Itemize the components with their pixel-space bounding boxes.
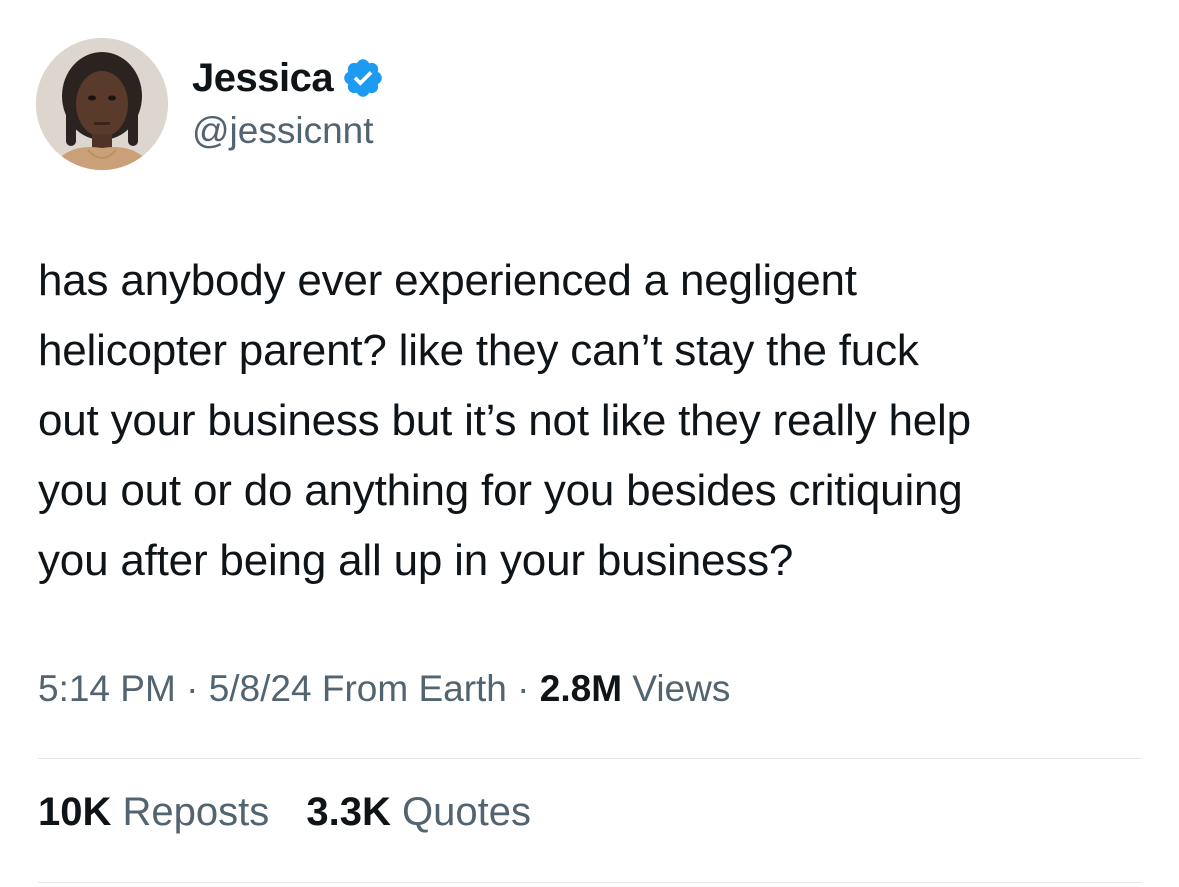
tweet-source: From Earth	[311, 668, 507, 709]
timestamp-date[interactable]: 5/8/24	[209, 668, 312, 709]
tweet-text-line: helicopter parent? like they can’t stay …	[38, 326, 919, 375]
reposts-stat[interactable]: 10K Reposts	[38, 790, 269, 835]
quotes-count: 3.3K	[306, 790, 391, 834]
verified-badge-icon[interactable]	[341, 56, 385, 100]
tweet-text-line: has anybody ever experienced a negligent	[38, 256, 857, 305]
quotes-label: Quotes	[390, 790, 531, 834]
tweet-text: has anybody ever experienced a negligent…	[38, 246, 1158, 596]
reposts-count: 10K	[38, 790, 112, 834]
tweet: Jessica @jessicnnt has anybody ever expe…	[0, 0, 1179, 887]
handle[interactable]: @jessicnnt	[192, 110, 385, 152]
quotes-stat[interactable]: 3.3K Quotes	[306, 790, 531, 835]
divider	[38, 758, 1142, 759]
display-name[interactable]: Jessica	[192, 56, 334, 101]
views-label: Views	[622, 668, 731, 709]
avatar-image	[36, 38, 168, 170]
meta-separator: ·	[175, 668, 209, 709]
meta-separator: ·	[506, 668, 540, 709]
timestamp-time[interactable]: 5:14 PM	[38, 668, 176, 709]
author-block: Jessica @jessicnnt	[192, 52, 385, 152]
tweet-text-line: you after being all up in your business?	[38, 536, 794, 585]
name-row: Jessica	[192, 52, 385, 104]
views-count: 2.8M	[539, 668, 623, 709]
tweet-meta: 5:14 PM · 5/8/24 From Earth · 2.8M Views	[38, 668, 730, 710]
reposts-label: Reposts	[111, 790, 270, 834]
avatar[interactable]	[36, 38, 168, 170]
engagement-stats: 10K Reposts 3.3K Quotes	[38, 790, 557, 835]
tweet-text-line: you out or do anything for you besides c…	[38, 466, 963, 515]
divider	[38, 882, 1142, 883]
tweet-text-line: out your business but it’s not like they…	[38, 396, 971, 445]
